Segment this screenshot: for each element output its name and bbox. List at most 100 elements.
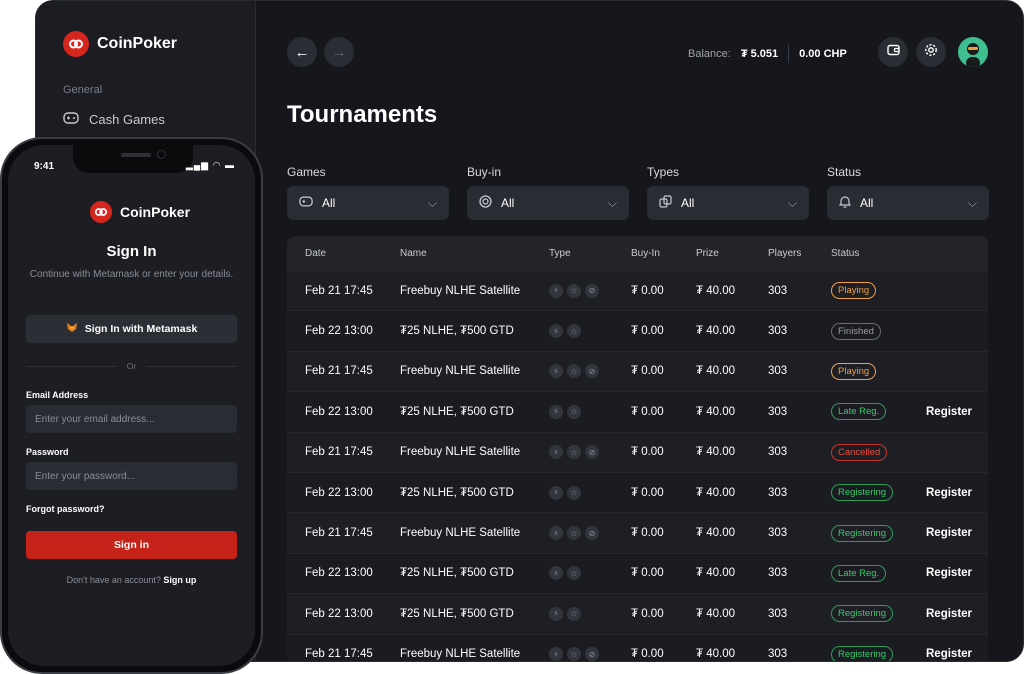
forward-button[interactable]: → (324, 37, 354, 67)
cell-name: Freebuy NLHE Satellite (400, 648, 521, 661)
coin-icon (479, 195, 492, 211)
games-select[interactable]: All ⌵ (287, 186, 449, 220)
cell-status: Playing (831, 362, 926, 380)
table-body: Feb 21 17:45 Freebuy NLHE Satellite ⚡ ☆ ⊘ ₮ 0… (287, 270, 988, 661)
col-date[interactable]: Date (287, 248, 400, 259)
cell-status: Late Reg. (831, 564, 926, 582)
cell-buyin: ₮ 0.00 (631, 527, 664, 540)
lightning-icon: ⚡ (549, 364, 563, 379)
signin-button[interactable]: Sign in (26, 531, 237, 559)
table-row[interactable]: Feb 21 17:45 Freebuy NLHE Satellite ⚡ ☆ ⊘ ₮ 0… (287, 512, 988, 553)
register-button[interactable]: Register (926, 648, 986, 660)
sidebar-item-cash-games[interactable]: Cash Games (63, 112, 165, 127)
lightning-icon: ⚡ (549, 283, 563, 298)
cell-prize: ₮ 40.00 (696, 527, 735, 540)
table-row[interactable]: Feb 22 13:00 ₮25 NLHE, ₮500 GTD ⚡ ☆ ₮ 0.00 ₮ … (287, 471, 988, 512)
cell-date: Feb 22 13:00 (305, 325, 373, 338)
filter-label: Buy-in (467, 165, 502, 179)
signin-subtitle: Continue with Metamask or enter your det… (29, 269, 234, 280)
cell-players: 303 (768, 365, 788, 378)
col-prize[interactable]: Prize (696, 248, 768, 259)
table-row[interactable]: Feb 21 17:45 Freebuy NLHE Satellite ⚡ ☆ ⊘ ₮ 0… (287, 350, 988, 392)
buyin-select[interactable]: All ⌵ (467, 186, 629, 220)
table-row[interactable]: Feb 22 13:00 ₮25 NLHE, ₮500 GTD ⚡ ☆ ₮ 0.00 ₮ … (287, 391, 988, 431)
select-value: All (681, 196, 695, 210)
metamask-signin-button[interactable]: Sign In with Metamask (26, 315, 237, 343)
forgot-password-link[interactable]: Forgot password? (26, 504, 105, 514)
cell-prize: ₮ 40.00 (696, 365, 735, 378)
cell-date: Feb 21 17:45 (305, 648, 373, 661)
signup-link[interactable]: Sign up (163, 575, 196, 585)
password-label: Password (26, 447, 69, 457)
lightning-icon: ⚡ (549, 485, 563, 500)
brand-logo[interactable]: CoinPoker (63, 31, 177, 57)
wallet-button[interactable] (878, 37, 908, 67)
col-players[interactable]: Players (768, 248, 831, 259)
cell-prize: ₮ 40.00 (696, 607, 735, 620)
rebuy-icon: ⊘ (585, 445, 599, 460)
back-button[interactable]: ← (287, 37, 317, 67)
status-select[interactable]: All ⌵ (827, 186, 989, 220)
cell-status: Registering (831, 524, 926, 542)
table-row[interactable]: Feb 21 17:45 Freebuy NLHE Satellite ⚡ ☆ ⊘ ₮ 0… (287, 270, 988, 311)
balance-label: Balance: (688, 48, 731, 60)
password-field[interactable] (26, 462, 237, 490)
cell-date: Feb 21 17:45 (305, 527, 373, 540)
gamepad-icon (299, 196, 313, 210)
table-row[interactable]: Feb 21 17:45 Freebuy NLHE Satellite ⚡ ☆ ⊘ ₮ 0… (287, 633, 988, 661)
table-row[interactable]: Feb 22 13:00 ₮25 NLHE, ₮500 GTD ⚡ ☆ ₮ 0.00 ₮ … (287, 593, 988, 634)
cell-buyin: ₮ 0.00 (631, 567, 664, 580)
status-badge: Registering (831, 605, 894, 623)
col-status[interactable]: Status (831, 248, 926, 259)
types-select[interactable]: All ⌵ (647, 186, 809, 220)
register-button[interactable]: Register (926, 567, 986, 579)
select-value: All (860, 196, 874, 210)
star-icon: ☆ (567, 526, 581, 541)
cell-buyin: ₮ 0.00 (631, 648, 664, 661)
balance-divider (788, 45, 790, 63)
avatar[interactable] (958, 37, 988, 67)
cell-players: 303 (768, 567, 788, 580)
phone-notch (73, 145, 193, 173)
star-icon: ☆ (567, 364, 581, 379)
table-row[interactable]: Feb 22 13:00 ₮25 NLHE, ₮500 GTD ⚡ ☆ ₮ 0.00 ₮ … (287, 552, 988, 593)
cell-type: ⚡ ☆ ⊘ (549, 526, 631, 541)
table-row[interactable]: Feb 21 17:45 Freebuy NLHE Satellite ⚡ ☆ ⊘ ₮ 0… (287, 431, 988, 472)
settings-button[interactable] (916, 37, 946, 67)
register-button[interactable]: Register (926, 527, 986, 539)
col-name[interactable]: Name (400, 248, 549, 259)
cell-type: ⚡ ☆ ⊘ (549, 364, 631, 379)
cell-players: 303 (768, 284, 788, 297)
filter-games: Games All ⌵ (287, 165, 449, 220)
speaker-icon (121, 153, 151, 157)
status-badge: Registering (831, 484, 894, 502)
register-button[interactable]: Register (926, 608, 986, 620)
signup-text: Don't have an account? (66, 575, 161, 585)
table-row[interactable]: Feb 22 13:00 ₮25 NLHE, ₮500 GTD ⚡ ☆ ₮ 0.00 ₮ … (287, 310, 988, 350)
cell-status: Registering (831, 484, 926, 502)
brand-name: CoinPoker (120, 204, 191, 220)
lightning-icon: ⚡ (549, 566, 563, 581)
cell-buyin: ₮ 0.00 (631, 486, 664, 499)
register-button[interactable]: Register (926, 406, 986, 418)
cell-date: Feb 22 13:00 (305, 607, 373, 620)
cell-buyin: ₮ 0.00 (631, 607, 664, 620)
register-button[interactable]: Register (926, 487, 986, 499)
cards-icon (659, 195, 672, 211)
wallet-icon (886, 43, 900, 61)
star-icon: ☆ (567, 566, 581, 581)
cell-name: Freebuy NLHE Satellite (400, 527, 521, 540)
col-buyin[interactable]: Buy-In (631, 248, 696, 259)
cell-players: 303 (768, 607, 788, 620)
star-icon: ☆ (567, 647, 581, 661)
cell-players: 303 (768, 325, 788, 338)
lightning-icon: ⚡ (549, 404, 563, 419)
status-badge: Playing (831, 282, 877, 300)
cell-status: Registering (831, 645, 926, 661)
filter-status: Status All ⌵ (827, 165, 989, 220)
cell-type: ⚡ ☆ ⊘ (549, 283, 631, 298)
col-type[interactable]: Type (549, 248, 631, 259)
email-field[interactable] (26, 405, 237, 433)
cell-date: Feb 21 17:45 (305, 284, 373, 297)
filter-label: Types (647, 165, 680, 179)
